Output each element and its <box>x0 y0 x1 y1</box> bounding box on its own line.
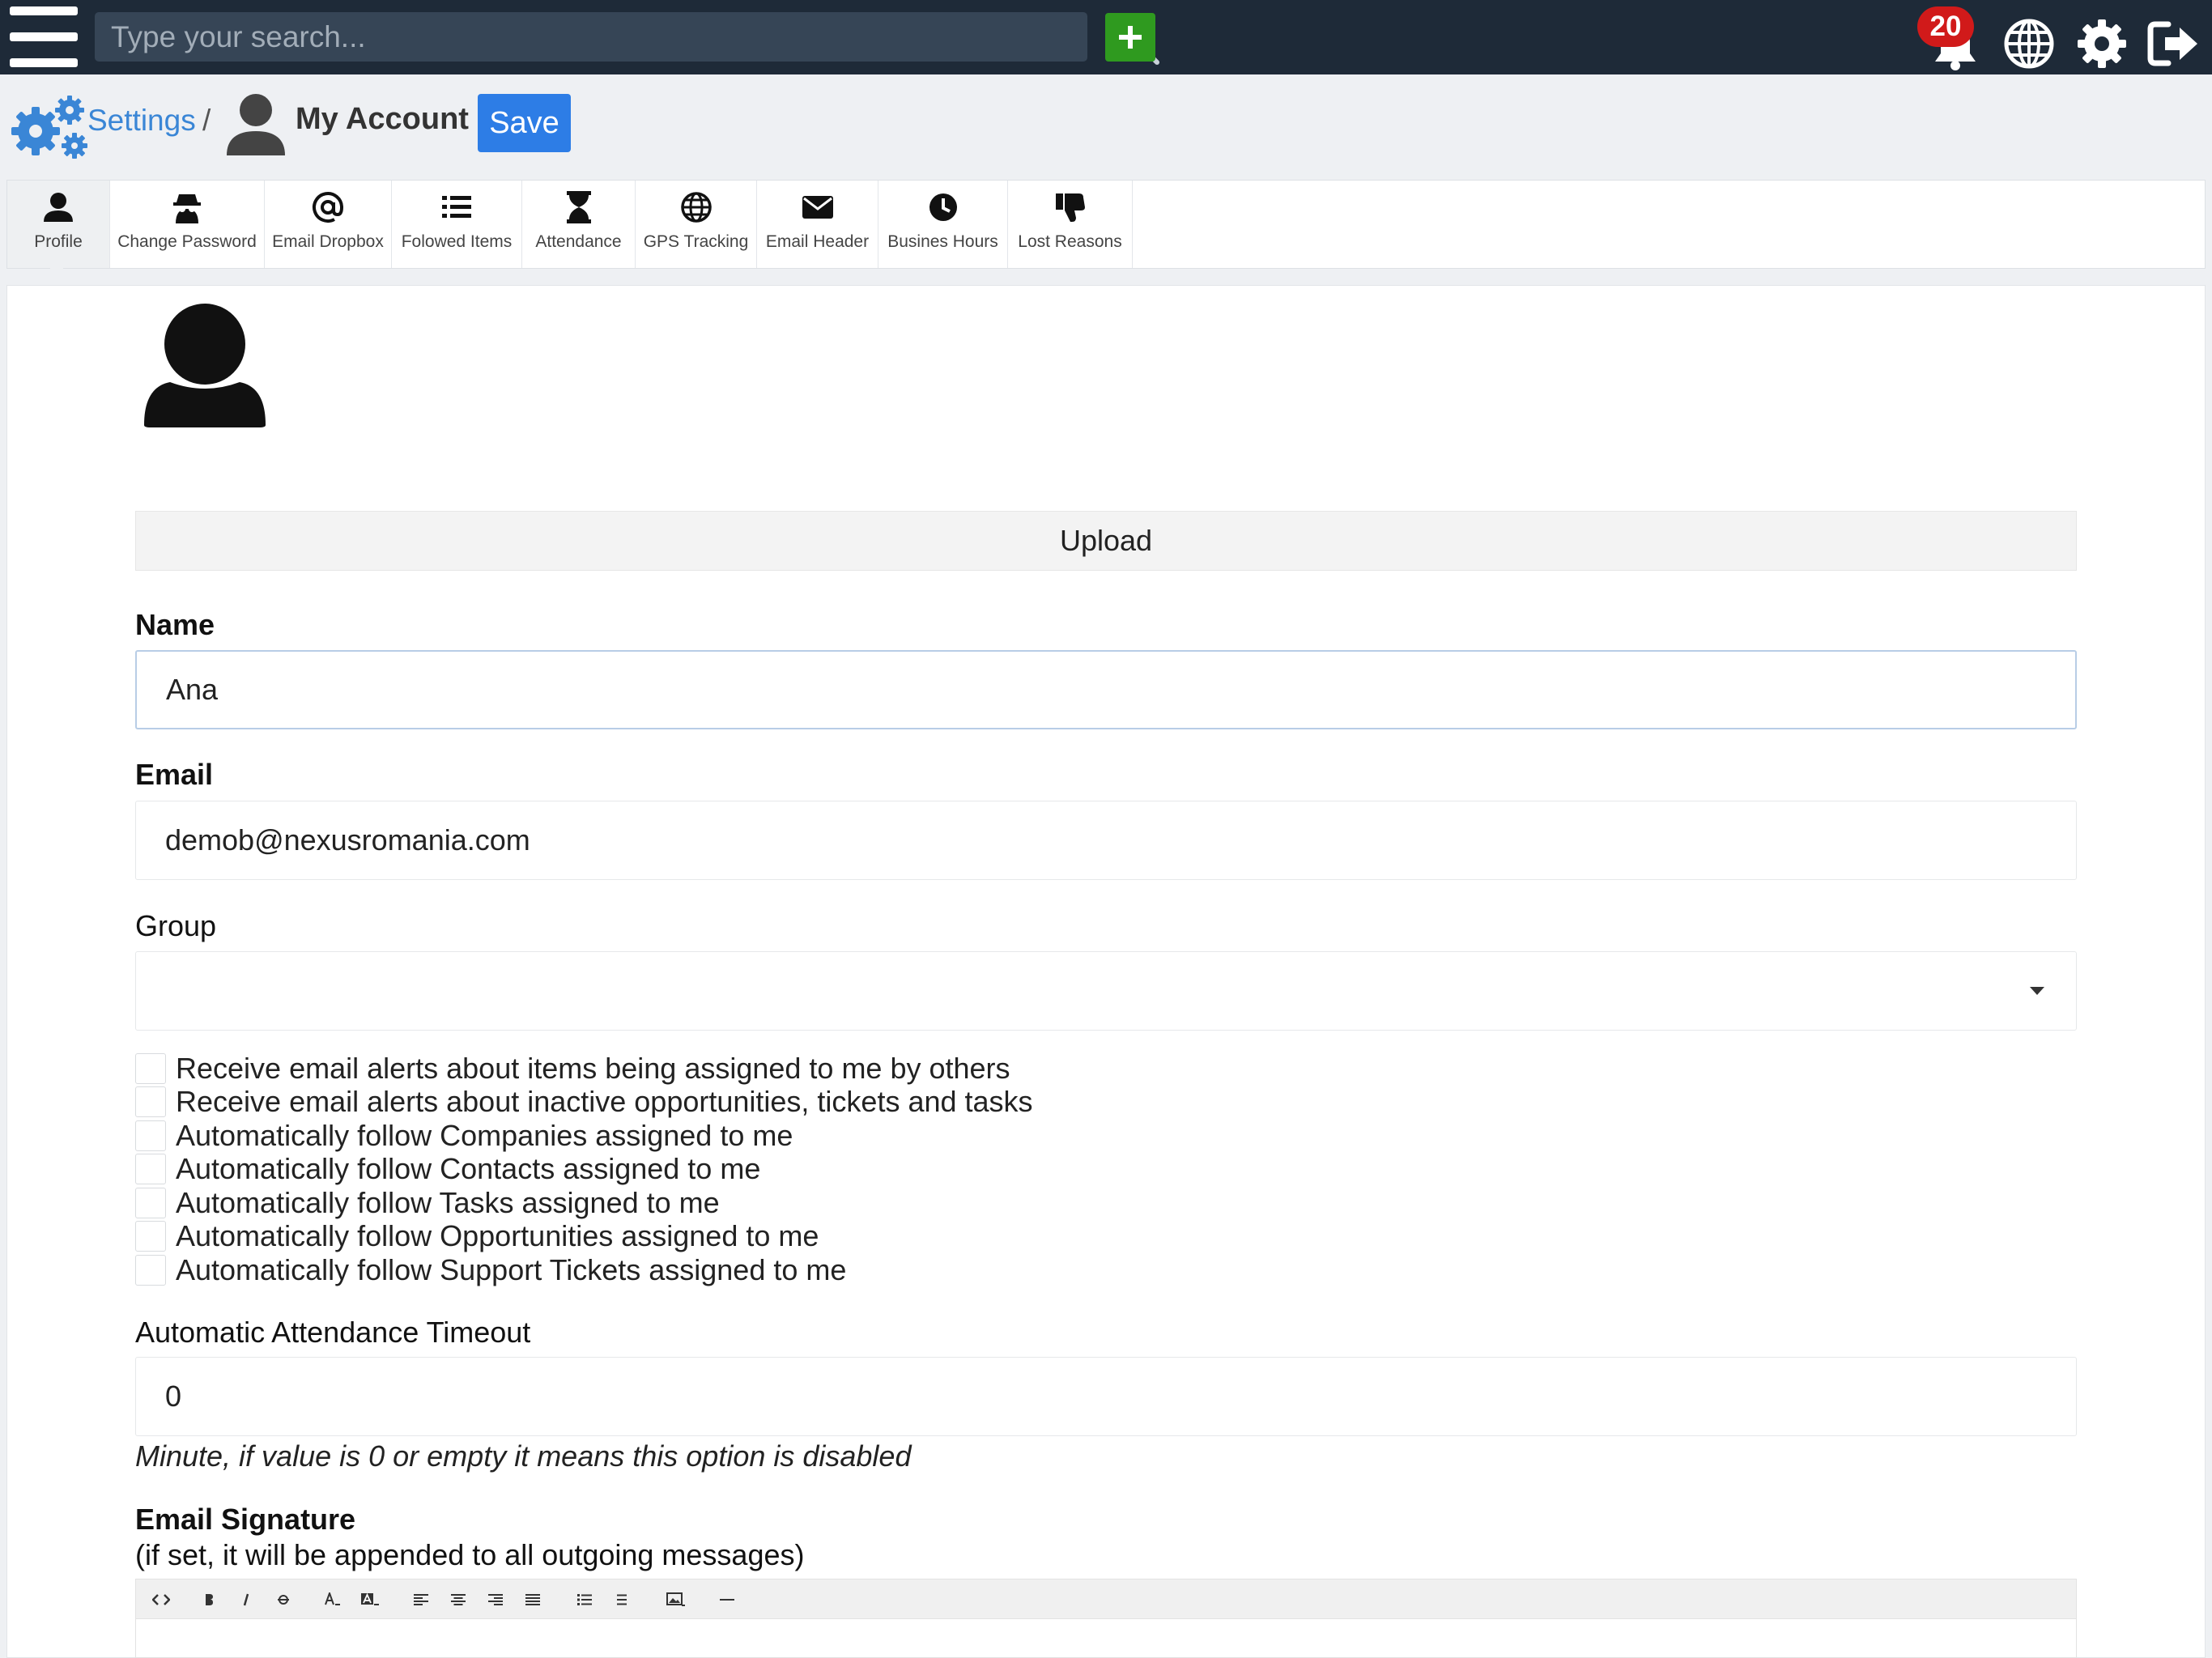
checkbox-row: Receive email alerts about items being a… <box>135 1052 1010 1085</box>
checkbox-follow-companies[interactable] <box>135 1120 166 1151</box>
checkbox-row: Automatically follow Support Tickets ass… <box>135 1253 847 1286</box>
align-right-icon[interactable] <box>484 1586 507 1613</box>
name-input[interactable] <box>135 650 2077 729</box>
envelope-icon <box>802 196 833 219</box>
save-button[interactable]: Save <box>478 94 571 152</box>
gear-icon[interactable] <box>2076 18 2128 70</box>
globe-icon[interactable] <box>2003 18 2055 70</box>
checkbox-row: Automatically follow Tasks assigned to m… <box>135 1186 720 1219</box>
search-bar <box>95 12 1159 65</box>
checkbox-row: Automatically follow Companies assigned … <box>135 1119 793 1152</box>
tab-attendance[interactable]: Attendance <box>522 181 636 268</box>
checkbox-label: Automatically follow Companies assigned … <box>176 1119 793 1152</box>
ordered-list-icon[interactable] <box>573 1586 596 1613</box>
checkbox-alert-inactive[interactable] <box>135 1086 166 1117</box>
email-label: Email <box>135 758 214 791</box>
upload-button[interactable]: Upload <box>135 511 2077 571</box>
align-center-icon[interactable] <box>447 1586 470 1613</box>
signature-editor-toolbar <box>135 1579 2077 1619</box>
checkbox-follow-contacts[interactable] <box>135 1154 166 1184</box>
tab-profile[interactable]: Profile <box>7 181 110 268</box>
unordered-list-icon[interactable] <box>610 1586 633 1613</box>
group-select[interactable] <box>135 951 2077 1031</box>
group-label: Group <box>135 909 217 942</box>
checkbox-label: Automatically follow Tasks assigned to m… <box>176 1186 720 1219</box>
top-navigation-bar: 20 <box>0 0 2212 74</box>
background-color-icon[interactable] <box>356 1586 384 1613</box>
checkbox-label: Receive email alerts about items being a… <box>176 1052 1010 1085</box>
strikethrough-icon[interactable] <box>272 1586 295 1613</box>
tab-label: Profile <box>34 232 83 251</box>
clock-icon <box>929 193 957 221</box>
thumbs-down-icon <box>1055 193 1085 222</box>
code-view-icon[interactable] <box>147 1586 175 1613</box>
hourglass-icon <box>566 191 591 223</box>
cogs-icon <box>11 96 87 159</box>
attendance-timeout-input[interactable] <box>135 1357 2077 1436</box>
breadcrumb: Settings / My Account Save <box>0 74 2212 178</box>
checkbox-row: Automatically follow Opportunities assig… <box>135 1219 819 1252</box>
notification-count-badge: 20 <box>1917 6 1974 47</box>
tab-gps-tracking[interactable]: GPS Tracking <box>636 181 757 268</box>
align-left-icon[interactable] <box>410 1586 432 1613</box>
checkbox-follow-tasks[interactable] <box>135 1188 166 1218</box>
email-signature-note: (if set, it will be appended to all outg… <box>135 1538 805 1571</box>
tab-label: Attendance <box>535 232 622 251</box>
tab-change-password[interactable]: Change Password <box>110 181 265 268</box>
checkbox-label: Receive email alerts about inactive oppo… <box>176 1085 1033 1118</box>
tab-lost-reasons[interactable]: Lost Reasons <box>1008 181 1133 268</box>
checkbox-follow-opportunities[interactable] <box>135 1221 166 1252</box>
hamburger-menu-icon[interactable] <box>10 6 79 68</box>
attendance-timeout-label: Automatic Attendance Timeout <box>135 1316 531 1349</box>
tab-followed-items[interactable]: Folowed Items <box>392 181 522 268</box>
checkbox-follow-tickets[interactable] <box>135 1255 166 1286</box>
checkbox-row: Receive email alerts about inactive oppo… <box>135 1085 1033 1118</box>
page-title: My Account <box>296 102 469 136</box>
breadcrumb-settings-link[interactable]: Settings <box>87 104 196 138</box>
bold-icon[interactable] <box>198 1586 220 1613</box>
user-icon <box>44 193 73 222</box>
tab-label: Busines Hours <box>887 232 998 251</box>
checkbox-label: Automatically follow Contacts assigned t… <box>176 1152 761 1185</box>
search-input[interactable] <box>95 12 1018 62</box>
notifications-button[interactable]: 20 <box>1912 6 1990 71</box>
globe-icon <box>680 192 712 223</box>
justify-icon[interactable] <box>521 1586 544 1613</box>
add-button[interactable] <box>1105 13 1155 62</box>
tab-email-dropbox[interactable]: Email Dropbox <box>265 181 392 268</box>
checkbox-label: Automatically follow Support Tickets ass… <box>176 1253 847 1286</box>
horizontal-rule-icon[interactable] <box>716 1586 738 1613</box>
settings-tab-bar: Profile Change Password Email Dropbox Fo… <box>6 180 2206 269</box>
attendance-timeout-hint: Minute, if value is 0 or empty it means … <box>135 1439 912 1473</box>
active-tab-indicator <box>50 262 63 270</box>
user-icon <box>227 94 285 155</box>
logout-icon[interactable] <box>2147 19 2201 68</box>
tab-email-header[interactable]: Email Header <box>757 181 878 268</box>
checkbox-row: Automatically follow Contacts assigned t… <box>135 1152 761 1185</box>
tab-label: Email Dropbox <box>272 232 384 251</box>
spy-icon <box>173 194 201 223</box>
tab-label: Folowed Items <box>401 232 513 251</box>
tab-label: Email Header <box>765 232 870 251</box>
email-signature-label: Email Signature <box>135 1503 356 1536</box>
insert-image-icon[interactable] <box>662 1586 690 1613</box>
avatar <box>144 304 266 427</box>
name-label: Name <box>135 608 215 641</box>
chevron-down-icon <box>2030 987 2044 995</box>
email-input[interactable] <box>135 801 2077 880</box>
tab-label: Lost Reasons <box>1018 232 1122 251</box>
tab-label: Change Password <box>117 232 257 251</box>
list-icon <box>442 196 471 218</box>
font-color-icon[interactable] <box>319 1586 347 1613</box>
tab-business-hours[interactable]: Busines Hours <box>878 181 1008 268</box>
checkbox-label: Automatically follow Opportunities assig… <box>176 1219 819 1252</box>
at-icon <box>313 192 344 223</box>
checkbox-alert-assigned[interactable] <box>135 1053 166 1084</box>
tab-label: GPS Tracking <box>643 232 749 251</box>
breadcrumb-separator: / <box>202 104 211 137</box>
plus-icon <box>1119 26 1142 49</box>
italic-icon[interactable] <box>235 1586 257 1613</box>
signature-editor[interactable] <box>135 1619 2077 1658</box>
